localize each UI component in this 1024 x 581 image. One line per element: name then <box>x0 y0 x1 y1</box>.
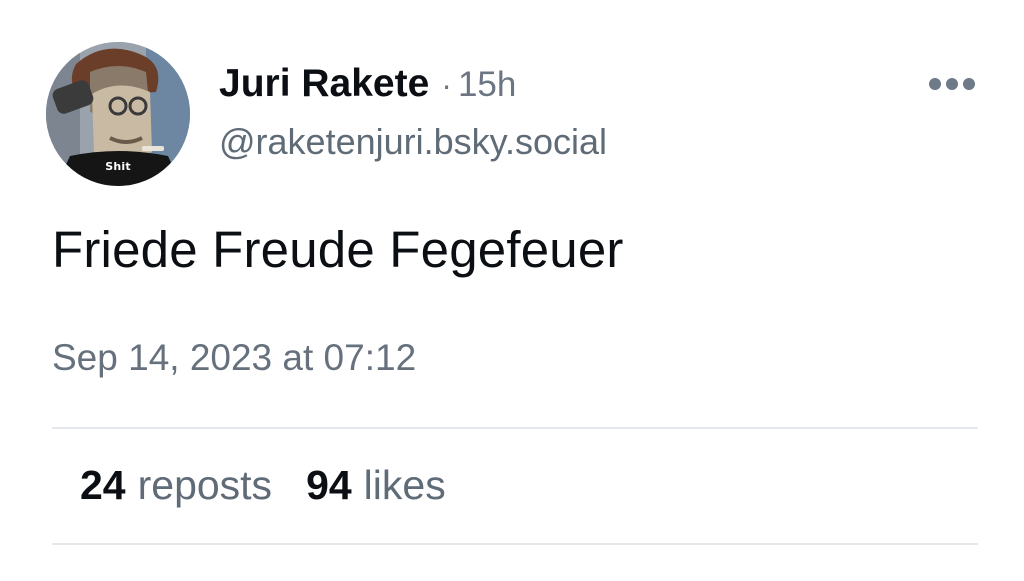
divider <box>52 543 978 545</box>
reposts-label: reposts <box>137 462 273 508</box>
likes-label: likes <box>363 462 446 508</box>
more-horizontal-icon <box>929 78 941 90</box>
more-horizontal-icon-dot <box>963 78 975 90</box>
more-options-button[interactable] <box>922 66 982 102</box>
author-avatar[interactable]: Shit <box>46 42 190 186</box>
separator-dot: · <box>441 67 452 103</box>
reposts-count: 24 <box>80 462 126 508</box>
divider <box>52 427 978 429</box>
post-text: Friede Freude Fegefeuer <box>52 221 624 278</box>
post-age[interactable]: 15h <box>458 65 516 105</box>
author-handle[interactable]: @raketenjuri.bsky.social <box>219 121 607 163</box>
author-name-row: Juri Rakete · 15h <box>219 62 516 112</box>
likes-count: 94 <box>306 462 352 508</box>
author-display-name[interactable]: Juri Rakete <box>219 62 429 106</box>
avatar-caption: Shit <box>105 160 131 173</box>
more-horizontal-icon-dot <box>946 78 958 90</box>
reposts-stat[interactable]: 24 reposts <box>80 462 272 509</box>
post-stats: 24 reposts 94 likes <box>80 462 446 509</box>
post-timestamp: Sep 14, 2023 at 07:12 <box>52 337 417 378</box>
likes-stat[interactable]: 94 likes <box>306 462 446 509</box>
